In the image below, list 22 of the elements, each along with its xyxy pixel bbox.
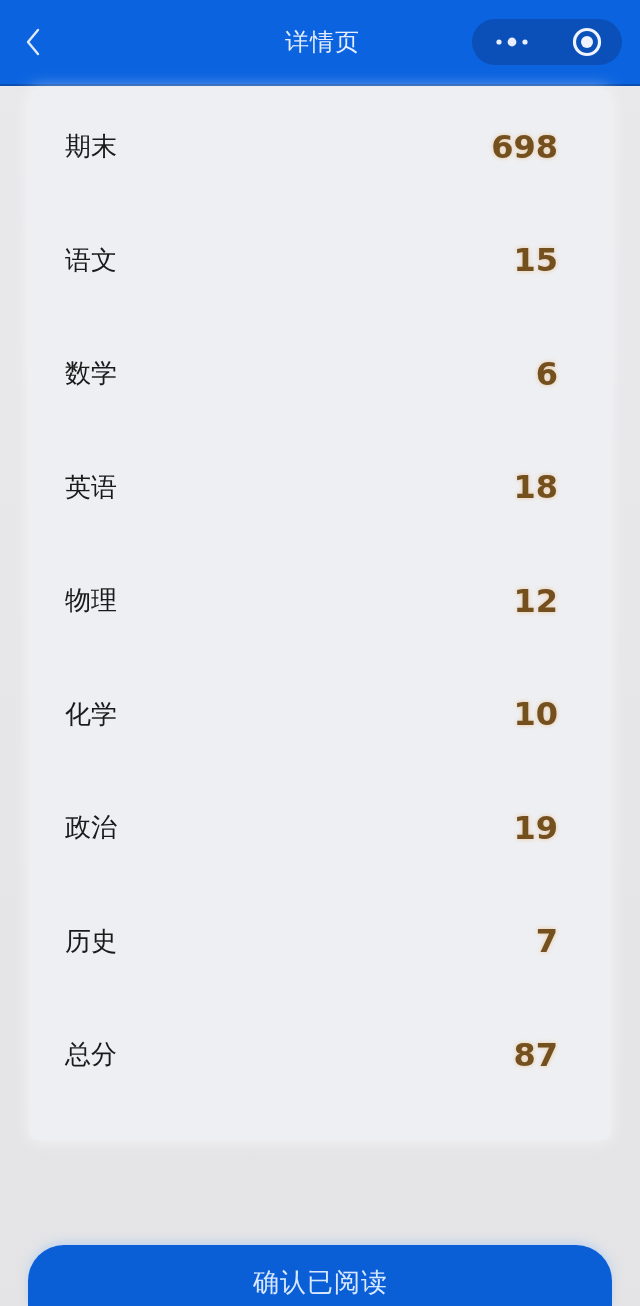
score-value: 698 [491,127,558,166]
score-value: 7 [535,922,558,961]
score-value: 18 [513,468,558,507]
target-icon[interactable] [572,27,602,57]
confirm-button[interactable]: 确认已阅读 [28,1245,612,1306]
subject-label: 期末 [65,130,117,164]
subject-label: 语文 [65,243,117,277]
subject-label: 数学 [65,357,117,391]
subject-label: 总分 [65,1038,117,1072]
subject-label: 化学 [65,697,117,731]
subject-label: 物理 [65,584,117,618]
subject-label: 历史 [65,924,117,958]
page-title: 详情页 [284,27,360,58]
score-value: 15 [513,241,558,280]
score-value: 6 [535,354,558,393]
score-value: 12 [513,581,558,620]
score-value: 87 [513,1035,558,1074]
subject-label: 政治 [65,811,117,845]
subject-label: 英语 [65,470,117,504]
score-value: 10 [513,695,558,734]
score-value: 19 [513,808,558,847]
more-icon[interactable] [496,37,528,47]
